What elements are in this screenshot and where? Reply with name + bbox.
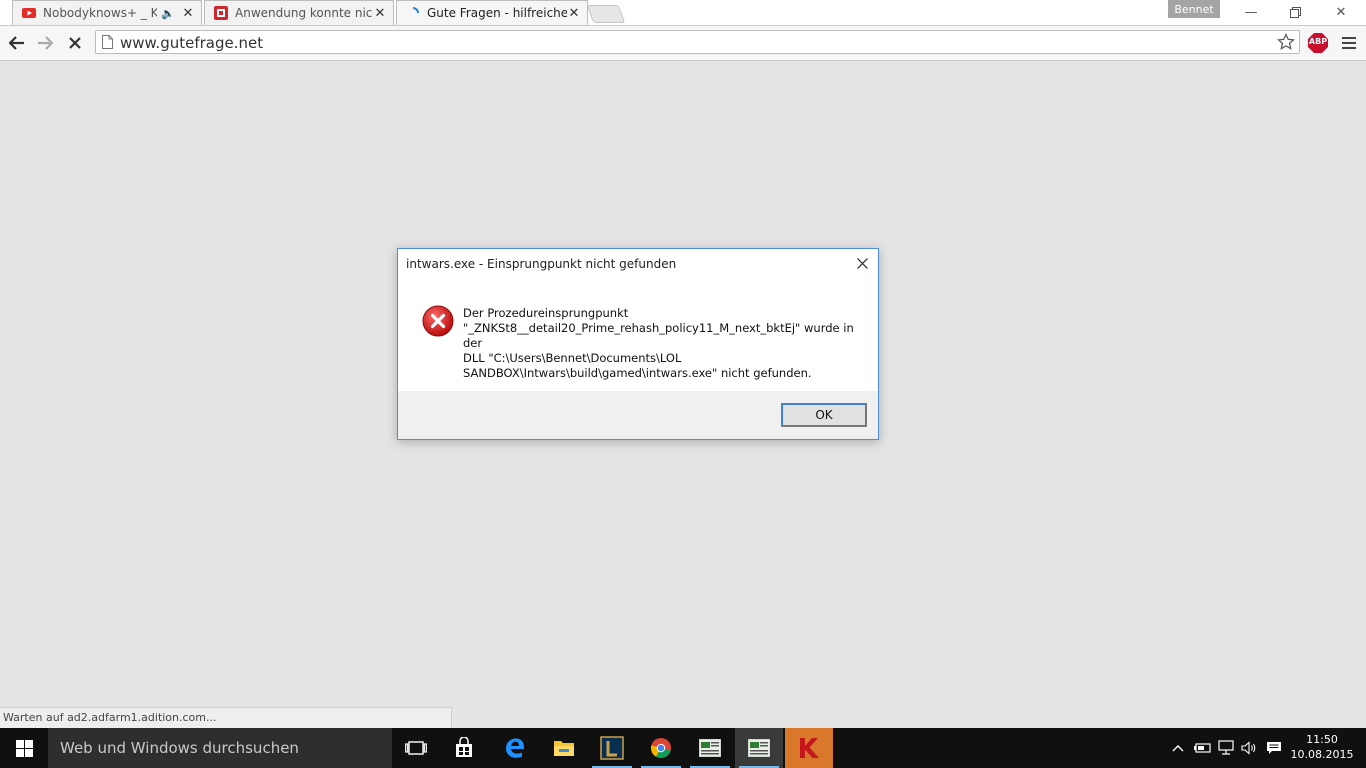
error-icon — [422, 305, 454, 337]
action-center-icon[interactable] — [1264, 728, 1284, 768]
dialog-title: intwars.exe - Einsprungpunkt nicht gefun… — [406, 257, 677, 271]
adblock-label: ABP — [1308, 37, 1328, 46]
windows-start-icon[interactable] — [0, 728, 48, 768]
tab-title: Gute Fragen - hilfreiche A — [427, 6, 567, 20]
network-icon[interactable] — [1216, 728, 1236, 768]
message-line: Der Prozedureinsprungpunkt — [463, 306, 629, 320]
task-view-icon[interactable] — [392, 728, 440, 768]
stop-loading-icon[interactable] — [62, 30, 88, 56]
app-window-icon[interactable] — [686, 728, 734, 768]
browser-toolbar: www.gutefrage.net ABP — [0, 26, 1366, 61]
error-dialog: intwars.exe - Einsprungpunkt nicht gefun… — [397, 248, 879, 440]
store-icon[interactable] — [440, 728, 488, 768]
kaspersky-icon[interactable] — [785, 728, 833, 768]
tab-close-icon[interactable]: ✕ — [181, 6, 195, 21]
tab-anwendung[interactable]: Anwendung konnte nicht ✕ — [204, 0, 394, 25]
profile-button[interactable]: Bennet — [1168, 0, 1220, 18]
close-window-icon[interactable]: ✕ — [1318, 0, 1364, 25]
tab-close-icon[interactable]: ✕ — [567, 6, 581, 21]
ok-button[interactable]: OK — [781, 403, 867, 427]
tab-strip: Nobodyknows+ _ Koko 🔈 ✕ Anwendung konnte… — [0, 0, 1366, 26]
address-bar[interactable]: www.gutefrage.net — [95, 30, 1300, 54]
taskbar-search-input[interactable]: Web und Windows durchsuchen — [48, 728, 392, 768]
taskbar: Web und Windows durchsuchen 11:50 10.08.… — [0, 728, 1366, 768]
file-explorer-icon[interactable] — [540, 728, 588, 768]
gutefrage-icon — [213, 5, 229, 21]
taskbar-clock[interactable]: 11:50 10.08.2015 — [1290, 732, 1354, 762]
chevron-up-icon[interactable] — [1168, 728, 1188, 768]
tab-title: Nobodyknows+ _ Koko — [43, 6, 158, 20]
dialog-close-icon[interactable] — [852, 253, 872, 273]
forward-arrow-icon[interactable] — [32, 30, 58, 56]
message-line: SANDBOX\Intwars\build\gamed\intwars.exe"… — [463, 366, 812, 380]
dialog-footer: OK — [398, 391, 878, 439]
volume-icon[interactable] — [1240, 728, 1260, 768]
tab-youtube[interactable]: Nobodyknows+ _ Koko 🔈 ✕ — [12, 0, 202, 25]
clock-date: 10.08.2015 — [1290, 748, 1354, 761]
message-line: DLL "C:\Users\Bennet\Documents\LOL — [463, 351, 682, 365]
tab-gutefrage[interactable]: Gute Fragen - hilfreiche A ✕ — [396, 0, 588, 25]
new-tab-button[interactable] — [586, 5, 626, 23]
back-arrow-icon[interactable] — [4, 30, 30, 56]
adblock-plus-icon[interactable]: ABP — [1307, 32, 1329, 54]
edge-browser-icon[interactable] — [491, 728, 539, 768]
app-window-icon[interactable] — [735, 728, 783, 768]
youtube-icon — [21, 5, 37, 21]
message-line: "_ZNKSt8__detail20_Prime_rehash_policy11… — [463, 321, 854, 350]
menu-hamburger-icon[interactable] — [1338, 32, 1360, 54]
url-text[interactable]: www.gutefrage.net — [120, 34, 263, 52]
tab-close-icon[interactable]: ✕ — [373, 6, 387, 21]
restore-icon[interactable] — [1272, 0, 1318, 25]
battery-icon[interactable] — [1192, 728, 1212, 768]
bookmark-star-icon[interactable] — [1277, 33, 1295, 54]
loading-spinner-icon — [405, 5, 421, 21]
page-icon — [102, 35, 113, 52]
chrome-icon[interactable] — [637, 728, 685, 768]
tab-title: Anwendung konnte nicht — [235, 6, 373, 20]
status-bubble: Warten auf ad2.adfarm1.adition.com... — [0, 707, 452, 728]
minimize-icon[interactable]: — — [1228, 0, 1274, 25]
dialog-message: Der Prozedureinsprungpunkt "_ZNKSt8__det… — [463, 306, 863, 381]
clock-time: 11:50 — [1306, 733, 1338, 746]
speaker-icon: 🔈 — [161, 6, 175, 20]
league-of-legends-icon[interactable] — [588, 728, 636, 768]
